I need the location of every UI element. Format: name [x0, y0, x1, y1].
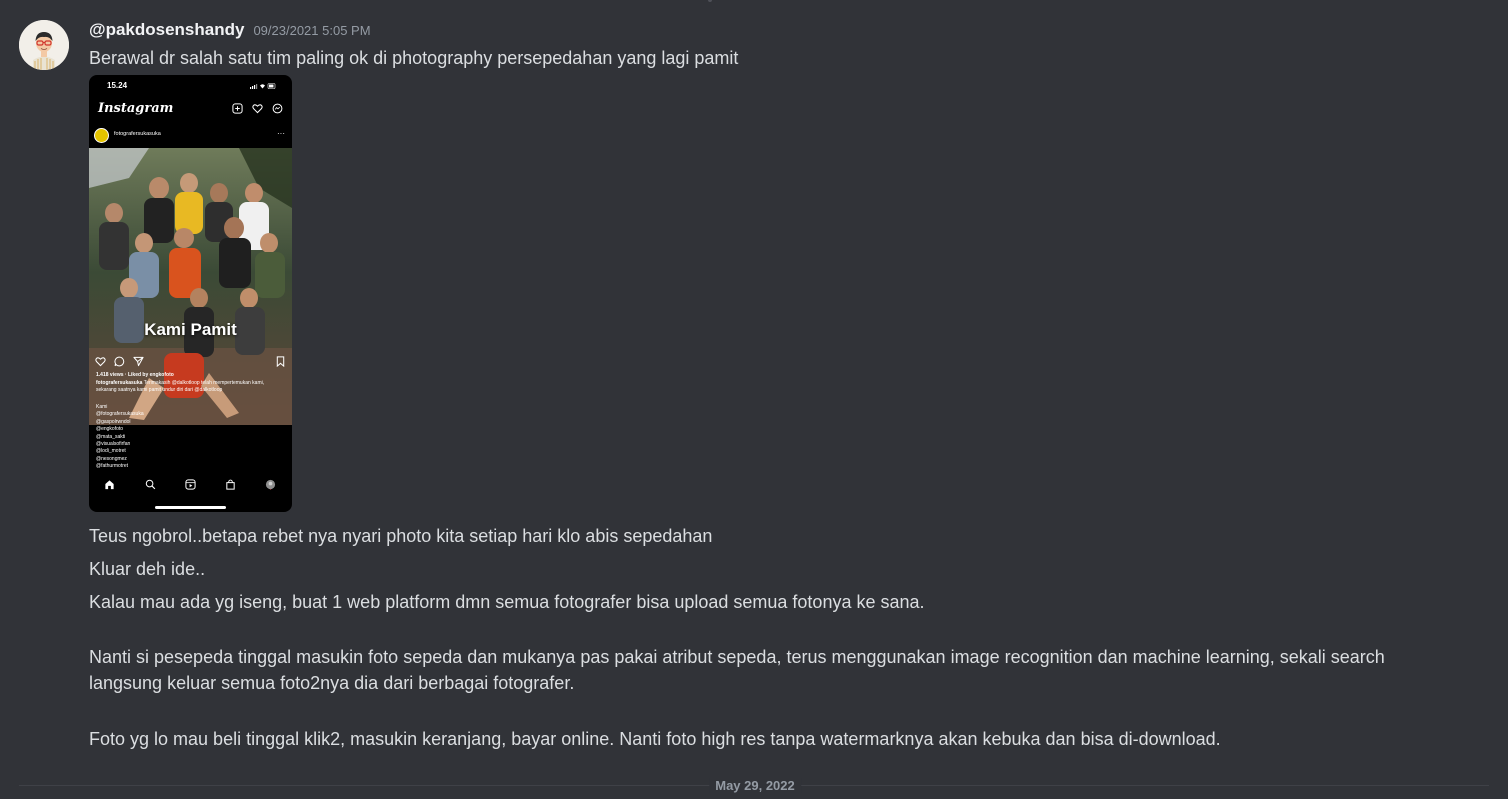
instagram-logo: Instagram [98, 101, 174, 116]
message-line: Kluar deh ide.. [89, 559, 206, 579]
home-icon [105, 480, 114, 490]
mention-line: @engkofoto [96, 426, 124, 433]
instagram-header: Instagram [89, 99, 292, 121]
instagram-bottom-nav [89, 478, 292, 492]
caption-username: fotografersukasuka [96, 380, 143, 386]
new-post-icon [232, 103, 243, 114]
search-icon [145, 479, 156, 490]
message-paragraph: Nanti si pesepeda tinggal masukin foto s… [89, 647, 1385, 693]
shop-icon [226, 479, 235, 490]
post-caption: fotografersukasuka Terimakasih @dalkotlo… [96, 380, 286, 393]
like-icon [95, 357, 106, 367]
top-divider-dot [708, 0, 712, 2]
message-line: Berawal dr salah satu tim paling ok di p… [89, 48, 739, 68]
post-username: fotografersukasuka [114, 131, 161, 137]
mention-line: @fathurmotret [96, 463, 129, 470]
mention-line: @nesongmez [96, 455, 127, 462]
mention-line: @gaspolrwndol [96, 418, 131, 425]
mention-line: @mata_sakti [96, 433, 126, 440]
profile-icon [265, 479, 276, 490]
reels-icon [185, 479, 196, 490]
photo-overlay-text: Kami Pamit [144, 320, 237, 339]
post-views: 1.418 views · Liked by engkofoto [96, 372, 174, 378]
image-attachment[interactable]: 15.24 Instagram fotografersukasuka ··· K… [89, 75, 292, 512]
post-avatar [94, 128, 109, 143]
mention-line: Kami [96, 404, 108, 410]
message-line: Teus ngobrol..betapa rebet nya nyari pho… [89, 526, 713, 546]
user-avatar[interactable] [19, 20, 69, 70]
message-paragraph: Foto yg lo mau beli tinggal klik2, masuk… [89, 729, 1221, 749]
status-time: 15.24 [107, 81, 128, 90]
signal-wifi-battery-icon [250, 83, 276, 89]
phone-status-bar: 15.24 [89, 81, 292, 93]
heart-icon [252, 104, 263, 114]
message-timestamp[interactable]: 09/23/2021 5:05 PM [253, 23, 370, 38]
post-header: fotografersukasuka ··· [89, 127, 292, 145]
post-actions [89, 355, 292, 369]
message-header: @pakdosenshandy 09/23/2021 5:05 PM [89, 20, 371, 42]
mention-line: @lodi_motret [96, 448, 126, 455]
messenger-icon [272, 103, 283, 114]
home-indicator [155, 506, 226, 509]
post-mentions: Kami @fotografersukasuka @gaspolrwndol @… [96, 404, 144, 471]
date-divider-label: May 29, 2022 [709, 778, 801, 793]
bookmark-icon [276, 356, 285, 367]
more-options-icon: ··· [277, 129, 285, 138]
comment-icon [114, 356, 125, 367]
mention-line: @visualsofirfan [96, 441, 131, 448]
message-line: Kalau mau ada yg iseng, buat 1 web platf… [89, 592, 925, 612]
mention-line: @fotografersukasuka [96, 411, 144, 418]
share-icon [133, 356, 144, 367]
username[interactable]: @pakdosenshandy [89, 20, 244, 40]
